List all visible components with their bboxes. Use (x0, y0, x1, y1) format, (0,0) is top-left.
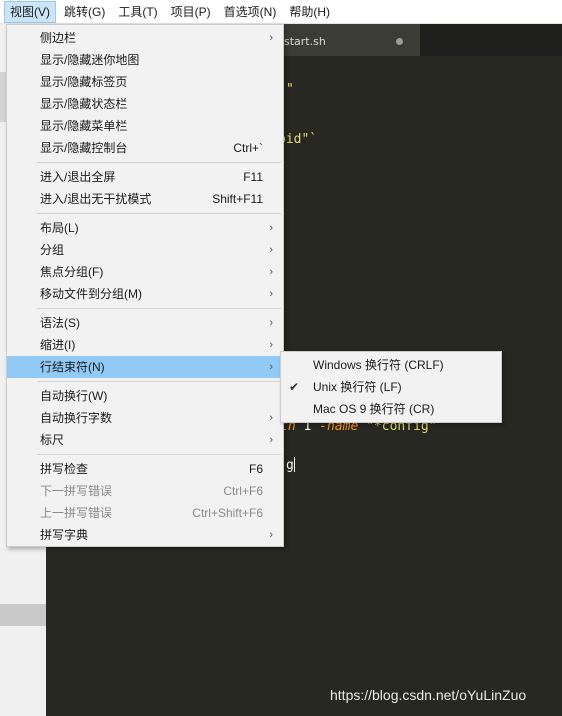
submenu-arrow-icon: › (269, 361, 273, 373)
sidebar-selected-row[interactable] (0, 604, 46, 626)
menu-item-label: 下一拼写错误 (40, 484, 113, 498)
menu-item-label: 进入/退出无干扰模式 (40, 192, 152, 206)
menu-item-label: 进入/退出全屏 (40, 170, 116, 184)
menu-item-word-wrap[interactable]: 自动换行(W) (7, 385, 283, 407)
menu-item-layout[interactable]: 布局(L) › (7, 217, 283, 239)
menu-item-move-to-group[interactable]: 移动文件到分组(M) › (7, 283, 283, 305)
menu-item-label: 显示/隐藏菜单栏 (40, 119, 128, 133)
menu-item-statusbar[interactable]: 显示/隐藏状态栏 (7, 93, 283, 115)
menu-separator (37, 213, 281, 214)
menu-separator (37, 381, 281, 382)
menu-item-spell-check[interactable]: 拼写检查 F6 (7, 458, 283, 480)
menu-item-label: 缩进(I) (40, 338, 76, 352)
shortcut: Ctrl+` (233, 141, 263, 155)
menu-item-label: 布局(L) (40, 221, 79, 235)
submenu-arrow-icon: › (269, 266, 273, 278)
menu-item-label: 上一拼写错误 (40, 506, 113, 520)
shortcut: Shift+F11 (212, 192, 263, 206)
menu-item-distraction-free[interactable]: 进入/退出无干扰模式 Shift+F11 (7, 188, 283, 210)
menu-item-word-wrap-column[interactable]: 自动换行字数 › (7, 407, 283, 429)
menu-item-label: 行结束符(N) (40, 360, 105, 374)
submenu-arrow-icon: › (269, 434, 273, 446)
menu-item-minimap[interactable]: 显示/隐藏迷你地图 (7, 49, 283, 71)
menu-item-menubar[interactable]: 显示/隐藏菜单栏 (7, 115, 283, 137)
menu-item-label: Windows 换行符 (CRLF) (313, 358, 444, 372)
unsaved-dot-icon[interactable] (396, 38, 403, 45)
menu-item-prev-misspelling: 上一拼写错误 Ctrl+Shift+F6 (7, 502, 283, 524)
shortcut: Ctrl+Shift+F6 (192, 506, 263, 520)
menu-item-label: 分组 (40, 243, 65, 257)
shortcut: F6 (248, 462, 263, 476)
menu-item-label: 焦点分组(F) (40, 265, 104, 279)
tab-title: start.sh (284, 35, 326, 48)
submenu-arrow-icon: › (269, 412, 273, 424)
menu-bar: 视图(V) 跳转(G) 工具(T) 项目(P) 首选项(N) 帮助(H) (0, 0, 562, 24)
menu-item-label: Unix 换行符 (LF) (313, 380, 402, 394)
menu-separator (37, 454, 281, 455)
submenu-arrow-icon: › (269, 529, 273, 541)
menu-preferences[interactable]: 首选项(N) (219, 1, 282, 23)
submenu-arrow-icon: › (269, 244, 273, 256)
watermark: https://blog.csdn.net/oYuLinZuo (330, 687, 527, 703)
view-menu: 侧边栏 › 显示/隐藏迷你地图 显示/隐藏标签页 显示/隐藏状态栏 显示/隐藏菜单… (6, 24, 284, 547)
shortcut: F11 (243, 170, 263, 184)
menu-item-line-endings[interactable]: 行结束符(N) › (7, 356, 283, 378)
menu-item-groups[interactable]: 分组 › (7, 239, 283, 261)
menu-goto[interactable]: 跳转(G) (59, 1, 110, 23)
line-endings-submenu: Windows 换行符 (CRLF) ✔ Unix 换行符 (LF) Mac OS… (280, 351, 502, 423)
menu-tools[interactable]: 工具(T) (113, 1, 162, 23)
menu-item-dictionary[interactable]: 拼写字典 › (7, 524, 283, 546)
menu-item-console[interactable]: 显示/隐藏控制台 Ctrl+` (7, 137, 283, 159)
menu-item-focus-group[interactable]: 焦点分组(F) › (7, 261, 283, 283)
menu-item-label: 自动换行字数 (40, 411, 113, 425)
menu-item-label: 自动换行(W) (40, 389, 108, 403)
submenu-arrow-icon: › (269, 32, 273, 44)
menu-item-unix-lf[interactable]: ✔ Unix 换行符 (LF) (281, 376, 501, 398)
check-icon: ✔ (289, 380, 300, 394)
menu-item-label: 显示/隐藏迷你地图 (40, 53, 140, 67)
menu-item-label: 拼写检查 (40, 462, 89, 476)
submenu-arrow-icon: › (269, 317, 273, 329)
menu-separator (37, 162, 281, 163)
menu-separator (37, 308, 281, 309)
menu-item-next-misspelling: 下一拼写错误 Ctrl+F6 (7, 480, 283, 502)
menu-item-windows-crlf[interactable]: Windows 换行符 (CRLF) (281, 354, 501, 376)
menu-item-label: 语法(S) (40, 316, 80, 330)
menu-item-ruler[interactable]: 标尺 › (7, 429, 283, 451)
menu-item-label: 显示/隐藏控制台 (40, 141, 128, 155)
code-line: " (286, 82, 294, 97)
menu-item-sidebar[interactable]: 侧边栏 › (7, 27, 283, 49)
menu-item-label: 显示/隐藏状态栏 (40, 97, 128, 111)
submenu-arrow-icon: › (269, 222, 273, 234)
menu-item-mac-cr[interactable]: Mac OS 9 换行符 (CR) (281, 398, 501, 420)
menu-item-fullscreen[interactable]: 进入/退出全屏 F11 (7, 166, 283, 188)
menu-item-label: 侧边栏 (40, 31, 77, 45)
menu-item-label: 显示/隐藏标签页 (40, 75, 128, 89)
text-cursor (293, 457, 295, 472)
menu-item-syntax[interactable]: 语法(S) › (7, 312, 283, 334)
menu-view[interactable]: 视图(V) (4, 0, 56, 23)
submenu-arrow-icon: › (269, 288, 273, 300)
code-line: g (286, 457, 295, 473)
code-text: g (286, 458, 294, 473)
shortcut: Ctrl+F6 (223, 484, 263, 498)
menu-item-label: Mac OS 9 换行符 (CR) (313, 402, 435, 416)
menu-help[interactable]: 帮助(H) (284, 1, 335, 23)
menu-item-label: 移动文件到分组(M) (40, 287, 142, 301)
menu-item-label: 拼写字典 (40, 528, 89, 542)
submenu-arrow-icon: › (269, 339, 273, 351)
menu-item-tabs[interactable]: 显示/隐藏标签页 (7, 71, 283, 93)
menu-project[interactable]: 项目(P) (166, 1, 216, 23)
menu-item-label: 标尺 (40, 433, 65, 447)
menu-item-indentation[interactable]: 缩进(I) › (7, 334, 283, 356)
